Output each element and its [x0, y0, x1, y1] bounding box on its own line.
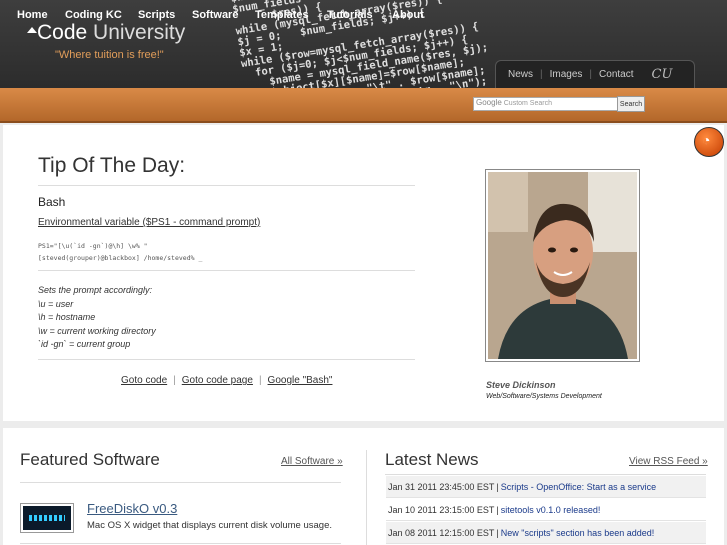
- divider: [38, 270, 415, 271]
- profile-name: Steve Dickinson: [486, 380, 556, 390]
- nav-templates[interactable]: Templates: [255, 9, 309, 21]
- news-item[interactable]: Jan 10 2011 23:15:00 EST | sitetools v0.1.…: [386, 499, 706, 521]
- tip-note: \w = current working directory: [38, 325, 156, 336]
- divider: [38, 359, 415, 360]
- divider: [20, 543, 341, 544]
- divider: [385, 474, 706, 475]
- news-title[interactable]: sitetools v0.1.0 released!: [501, 505, 601, 515]
- news-title[interactable]: New "scripts" section has been added!: [501, 528, 654, 538]
- tip-heading: Tip Of The Day:: [38, 154, 186, 177]
- google-brand-label: Google: [476, 98, 502, 107]
- search-input[interactable]: Google Custom Search: [473, 97, 620, 111]
- goto-code-page-link[interactable]: Goto code page: [182, 375, 253, 386]
- nav-coding-kc[interactable]: Coding KC: [65, 9, 122, 21]
- profile-photo-image: [488, 172, 637, 359]
- nav-about[interactable]: About: [392, 9, 424, 21]
- tip-actions: Goto code | Goto code page | Google "Bash": [121, 375, 332, 386]
- software-item-link[interactable]: FreeDiskO v0.3: [87, 501, 177, 516]
- top-link-news[interactable]: News: [506, 69, 535, 80]
- news-title[interactable]: Scripts - OpenOffice: Start as a service: [501, 482, 656, 492]
- nav-tutorials[interactable]: Tutorials: [327, 9, 373, 21]
- top-links-bar: News | Images | Contact CU: [495, 60, 695, 88]
- software-screen-icon: [23, 506, 71, 530]
- top-link-images[interactable]: Images: [548, 69, 585, 80]
- profile-photo: [485, 169, 640, 362]
- tip-note: \u = user: [38, 298, 74, 309]
- divider: [20, 482, 341, 483]
- tip-note: Sets the prompt accordingly:: [38, 285, 153, 295]
- nav-scripts[interactable]: Scripts: [138, 9, 175, 21]
- site-title-main: Code: [37, 21, 88, 44]
- tip-note: `id -gn` = current group: [38, 339, 131, 349]
- rss-feed-link[interactable]: View RSS Feed »: [629, 456, 708, 467]
- featured-software-heading: Featured Software: [20, 450, 160, 469]
- goto-code-link[interactable]: Goto code: [121, 375, 167, 386]
- news-date: Jan 10 2011 23:15:00 EST: [388, 504, 495, 515]
- active-nav-indicator-icon: [27, 27, 37, 33]
- tip-note: \h = hostname: [38, 312, 96, 322]
- all-software-link[interactable]: All Software »: [281, 456, 343, 467]
- software-item-description: Mac OS X widget that displays current di…: [87, 520, 333, 531]
- rss-feed-icon[interactable]: [694, 127, 724, 157]
- separator: |: [173, 375, 176, 386]
- top-link-separator: |: [589, 69, 593, 80]
- news-date: Jan 08 2011 12:15:00 EST: [388, 527, 495, 538]
- search-placeholder: Custom Search: [503, 100, 552, 107]
- divider: [38, 185, 415, 186]
- site-tagline: "Where tuition is free!": [55, 49, 164, 61]
- search-button[interactable]: Search: [617, 96, 645, 112]
- profile-role: Web/Software/Systems Development: [486, 393, 602, 400]
- top-link-contact[interactable]: Contact: [597, 69, 635, 80]
- column-divider: [366, 450, 367, 545]
- top-link-separator: |: [540, 69, 543, 80]
- cu-logo-icon[interactable]: CU: [652, 67, 673, 82]
- news-item[interactable]: Jan 08 2011 12:15:00 EST | New "scripts" s…: [386, 522, 706, 544]
- google-search-link[interactable]: Google "Bash": [268, 375, 333, 386]
- nav-software[interactable]: Software: [192, 9, 238, 21]
- tip-code-sample: PS1="[\u(`id -gn`)@\h] \w% " [steved(gro…: [38, 242, 203, 262]
- site-title[interactable]: Code University: [37, 21, 185, 45]
- tip-topic-link[interactable]: Environmental variable ($PS1 - command p…: [38, 217, 260, 228]
- news-item[interactable]: Jan 31 2011 23:45:00 EST | Scripts - OpenO…: [386, 476, 706, 498]
- tip-subject: Bash: [38, 195, 66, 209]
- tip-notes: Sets the prompt accordingly: \u = user \…: [38, 284, 156, 352]
- nav-home[interactable]: Home: [17, 9, 48, 21]
- latest-news-heading: Latest News: [385, 450, 479, 469]
- separator: |: [258, 375, 262, 386]
- site-title-light: University: [93, 21, 186, 44]
- news-date: Jan 31 2011 23:45:00 EST: [388, 481, 495, 492]
- software-thumbnail[interactable]: [20, 503, 74, 533]
